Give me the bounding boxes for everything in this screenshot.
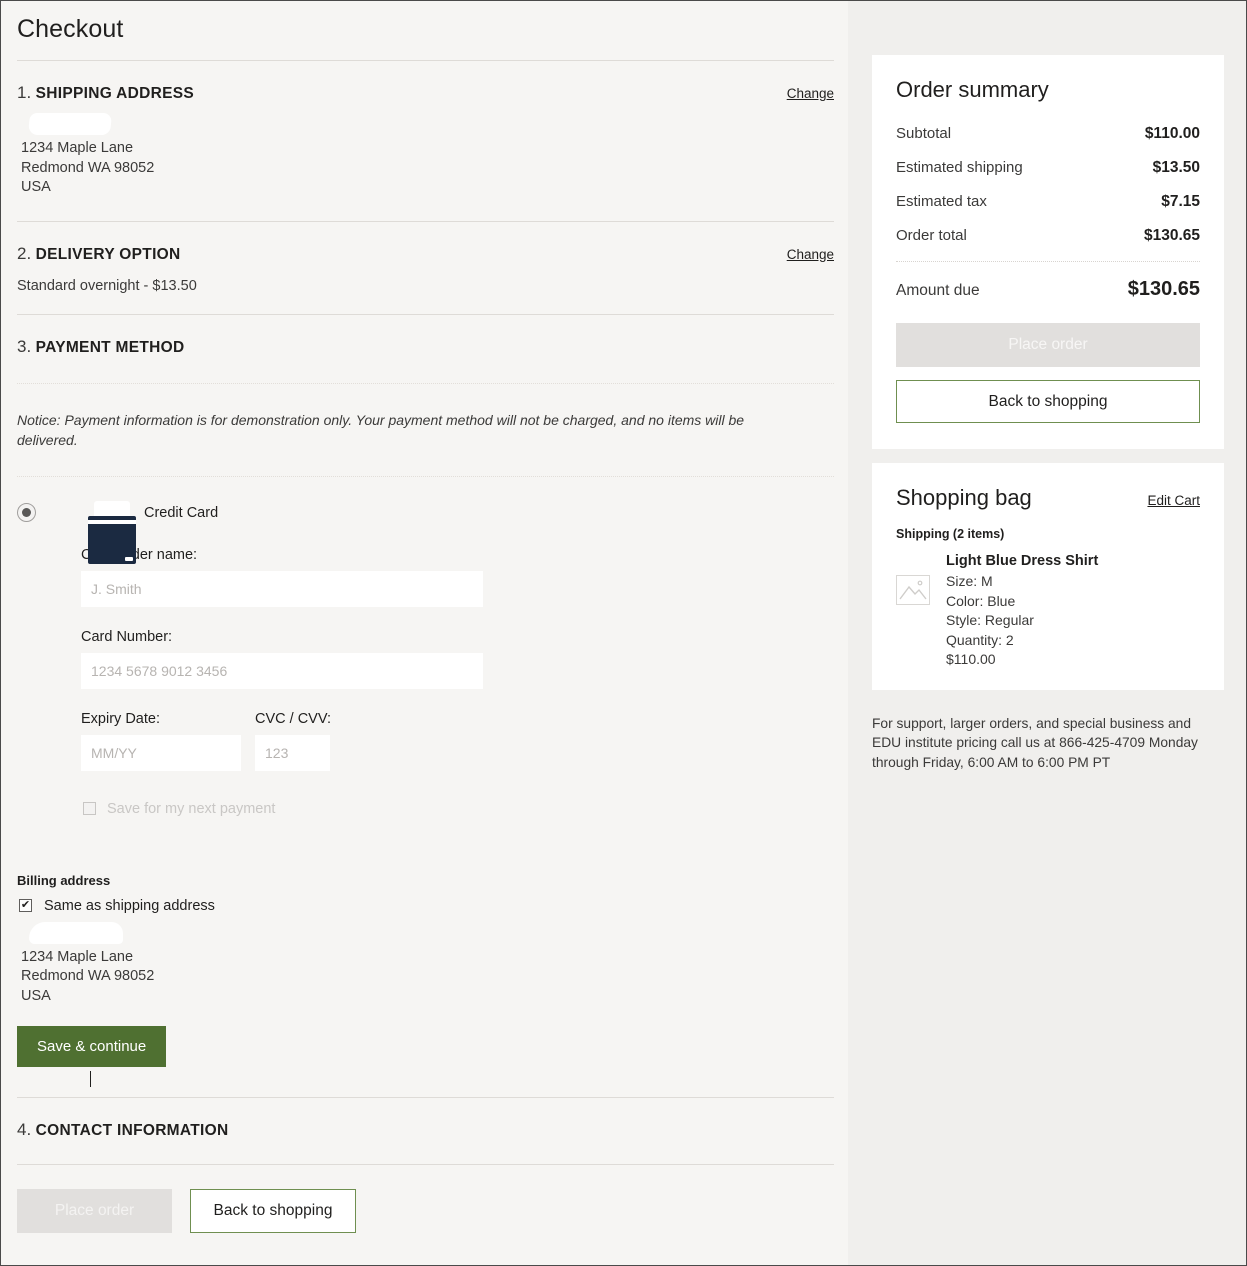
save-and-continue-button[interactable]: Save & continue	[17, 1026, 167, 1067]
support-info-text: For support, larger orders, and special …	[872, 715, 1198, 770]
shipping-address-line1: 1234 Maple Lane	[21, 140, 134, 156]
payment-method-heading: 3. PAYMENT METHOD	[17, 337, 185, 357]
billing-address-title: Billing address	[17, 872, 111, 888]
checkout-page: Checkout 1. SHIPPING ADDRESS Change 1234…	[0, 0, 1247, 1266]
shipping-items-count: Shipping (2 items)	[896, 527, 1005, 541]
product-color: Color: Blue	[946, 592, 1016, 609]
contact-information-heading: 4. CONTACT INFORMATION	[17, 1120, 228, 1140]
back-to-shopping-button-footer[interactable]: Back to shopping	[190, 1189, 356, 1233]
payment-method-header: 3. PAYMENT METHOD	[17, 315, 834, 357]
save-for-next-payment-label: Save for my next payment	[107, 800, 276, 817]
cardholder-name-input[interactable]	[81, 570, 483, 607]
credit-card-icon	[88, 500, 136, 564]
delivery-option-heading: 2. DELIVERY OPTION	[17, 244, 181, 264]
edit-cart-link[interactable]: Edit Cart	[1147, 493, 1200, 508]
payment-demo-notice: Notice: Payment information is for demon…	[17, 411, 745, 448]
same-as-shipping-label: Same as shipping address	[44, 897, 215, 914]
save-for-next-payment-checkbox[interactable]	[83, 802, 96, 815]
order-summary-row: Subtotal $110.00	[896, 125, 1200, 143]
expiry-date-input[interactable]	[81, 734, 241, 771]
redaction-mark-shipping-name	[27, 113, 113, 135]
same-as-shipping-checkbox[interactable]	[19, 899, 32, 912]
credit-card-option-row[interactable]: Credit Card	[17, 500, 834, 564]
contact-section-number: 4.	[17, 1120, 32, 1139]
delivery-option-header: 2. DELIVERY OPTION Change	[17, 222, 834, 264]
order-total-label: Order total	[896, 227, 967, 244]
order-summary-card: Order summary Subtotal $110.00 Estimated…	[872, 55, 1224, 449]
shipping-section-title: SHIPPING ADDRESS	[35, 85, 195, 102]
tax-value: $7.15	[1161, 193, 1200, 210]
shipping-change-link[interactable]: Change	[787, 86, 834, 101]
credit-card-radio[interactable]	[17, 503, 36, 522]
checkout-sidebar: Order summary Subtotal $110.00 Estimated…	[848, 1, 1246, 1265]
expiry-cvc-row: Expiry Date: CVC / CVV:	[17, 689, 834, 771]
billing-address-line3: USA	[21, 987, 51, 1004]
shipping-address-line3: USA	[21, 179, 51, 195]
amount-due-row: Amount due $130.65	[896, 278, 1200, 301]
card-number-label: Card Number:	[81, 628, 173, 645]
delivery-option-value: Standard overnight - $13.50	[17, 277, 197, 294]
product-price: $110.00	[946, 651, 996, 667]
checkout-main-column: Checkout 1. SHIPPING ADDRESS Change 1234…	[1, 1, 848, 1265]
shipping-address-line2: Redmond WA 98052	[21, 159, 155, 176]
footer-actions: Place order Back to shopping	[17, 1165, 834, 1233]
cvc-input[interactable]	[255, 734, 330, 771]
order-summary-dotted-divider	[896, 261, 1200, 262]
subtotal-value: $110.00	[1144, 125, 1200, 142]
billing-address-line1: 1234 Maple Lane	[21, 948, 134, 965]
product-style: Style: Regular	[946, 612, 1034, 628]
billing-address-line2: Redmond WA 98052	[21, 968, 155, 984]
shipping-section-number: 1.	[17, 83, 32, 102]
cvc-group: CVC / CVV:	[255, 689, 331, 771]
billing-address-block: 1234 Maple Lane Redmond WA 98052 USA	[21, 948, 834, 1007]
list-item: Light Blue Dress Shirt Size: M Color: Bl…	[896, 553, 1200, 670]
shipping-address-heading: 1. SHIPPING ADDRESS	[17, 83, 194, 103]
shipping-value: $13.50	[1152, 159, 1200, 176]
amount-due-value: $130.65	[1127, 278, 1200, 300]
order-summary-row: Estimated shipping $13.50	[896, 159, 1200, 177]
product-details: Light Blue Dress Shirt Size: M Color: Bl…	[946, 553, 1098, 670]
redaction-mark-billing-name	[29, 921, 123, 944]
credit-card-payment-block: Credit Card Cardholder name: Card Number…	[17, 477, 834, 1087]
back-to-shopping-button-sidebar[interactable]: Back to shopping	[896, 380, 1200, 423]
order-summary-row: Estimated tax $7.15	[896, 193, 1200, 211]
product-quantity: Quantity: 2	[946, 631, 1014, 648]
order-total-value: $130.65	[1143, 227, 1200, 244]
payment-section-title: PAYMENT METHOD	[35, 338, 185, 356]
cardholder-name-label: Cardholder name:	[81, 546, 198, 563]
order-summary-row: Order total $130.65	[896, 227, 1200, 245]
subtotal-label: Subtotal	[896, 125, 952, 142]
contact-section-title: CONTACT INFORMATION	[35, 1122, 229, 1139]
shipping-address-header: 1. SHIPPING ADDRESS Change	[17, 61, 834, 103]
text-cursor	[90, 1070, 91, 1087]
shopping-bag-card: Shopping bag Edit Cart Shipping (2 items…	[872, 463, 1224, 690]
tax-label: Estimated tax	[896, 193, 987, 210]
shopping-bag-header: Shopping bag Edit Cart	[896, 485, 1200, 511]
delivery-section-number: 2.	[17, 243, 32, 263]
delivery-change-link[interactable]: Change	[787, 247, 834, 262]
credit-card-label: Credit Card	[144, 504, 219, 521]
contact-information-header: 4. CONTACT INFORMATION	[17, 1098, 834, 1140]
shopping-bag-title: Shopping bag	[896, 485, 1032, 510]
cvc-label: CVC / CVV:	[255, 710, 332, 727]
expiry-date-label: Expiry Date:	[81, 710, 160, 727]
same-as-shipping-row[interactable]: Same as shipping address	[19, 898, 834, 914]
product-image-placeholder-icon	[896, 575, 930, 605]
page-title: Checkout	[17, 15, 124, 43]
amount-due-label: Amount due	[896, 282, 980, 299]
shipping-address-block: 1234 Maple Lane Redmond WA 98052 USA	[21, 139, 834, 198]
payment-section-number: 3.	[17, 336, 32, 356]
product-size: Size: M	[946, 573, 993, 589]
order-summary-title: Order summary	[896, 77, 1049, 102]
product-name: Light Blue Dress Shirt	[946, 553, 1099, 569]
shipping-label: Estimated shipping	[896, 159, 1023, 176]
delivery-section-title: DELIVERY OPTION	[35, 245, 181, 263]
save-for-next-payment-row[interactable]: Save for my next payment	[83, 801, 834, 817]
card-number-input[interactable]	[81, 652, 483, 689]
place-order-button-footer[interactable]: Place order	[17, 1189, 172, 1233]
expiry-date-group: Expiry Date:	[17, 689, 241, 771]
place-order-button-sidebar[interactable]: Place order	[896, 323, 1200, 367]
